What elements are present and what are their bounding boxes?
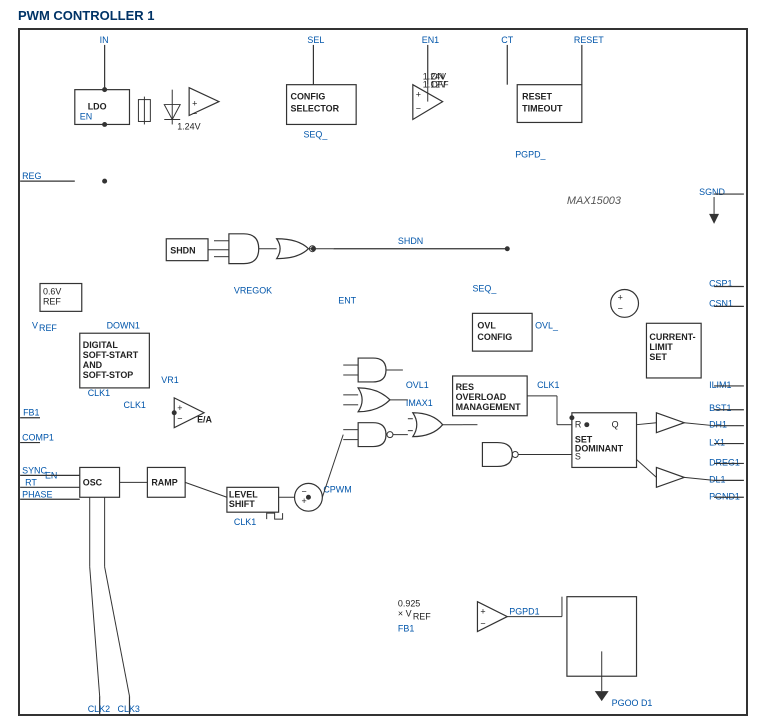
svg-text:SYNC: SYNC	[22, 465, 47, 475]
svg-text:+: +	[301, 496, 306, 506]
svg-text:Q: Q	[612, 420, 619, 430]
svg-text:PGOO D1: PGOO D1	[612, 698, 653, 708]
svg-text:CLK1: CLK1	[234, 517, 256, 527]
svg-text:DH1: DH1	[709, 420, 727, 430]
svg-text:SEQ_: SEQ_	[472, 283, 497, 293]
svg-text:SHDN: SHDN	[170, 246, 195, 256]
page-container: PWM CONTROLLER 1 LDO EN + − 1.24V CONFIG	[0, 0, 768, 728]
svg-text:−: −	[177, 414, 182, 424]
svg-text:OFF: OFF	[431, 80, 449, 90]
svg-text:RESET: RESET	[574, 35, 604, 45]
schematic-diagram: LDO EN + − 1.24V CONFIG SELECTOR SEQ_ + …	[18, 28, 748, 716]
svg-text:PGND1: PGND1	[709, 491, 740, 501]
svg-text:COMP1: COMP1	[22, 433, 54, 443]
svg-text:1.24V: 1.24V	[177, 121, 200, 131]
svg-text:+: +	[177, 403, 182, 413]
svg-text:RT: RT	[25, 477, 37, 487]
svg-text:OVL1: OVL1	[406, 380, 429, 390]
svg-text:SELECTOR: SELECTOR	[291, 104, 340, 114]
svg-text:OVERLOAD: OVERLOAD	[456, 392, 507, 402]
svg-text:+: +	[480, 607, 485, 617]
svg-text:+: +	[618, 292, 623, 302]
svg-text:0.925: 0.925	[398, 599, 420, 609]
svg-text:CURRENT-: CURRENT-	[649, 332, 695, 342]
svg-text:0.6V: 0.6V	[43, 286, 61, 296]
svg-text:V: V	[32, 320, 38, 330]
svg-text:SGND: SGND	[699, 187, 725, 197]
svg-text:SET: SET	[649, 352, 667, 362]
svg-text:SHIFT: SHIFT	[229, 499, 255, 509]
svg-text:CLK3: CLK3	[118, 704, 140, 714]
svg-text:−: −	[301, 486, 306, 496]
svg-text:FB1: FB1	[398, 623, 414, 633]
svg-text:−: −	[480, 619, 485, 629]
svg-text:TIMEOUT: TIMEOUT	[522, 104, 563, 114]
svg-text:REF: REF	[39, 323, 57, 333]
svg-text:−: −	[192, 108, 197, 118]
svg-text:E/A: E/A	[197, 415, 212, 425]
svg-text:−: −	[618, 303, 623, 313]
svg-text:RAMP: RAMP	[151, 477, 177, 487]
svg-text:FB1: FB1	[23, 408, 39, 418]
svg-text:LEVEL: LEVEL	[229, 489, 258, 499]
svg-text:MANAGEMENT: MANAGEMENT	[456, 402, 522, 412]
svg-text:VR1: VR1	[161, 375, 178, 385]
svg-text:PGPD_: PGPD_	[515, 149, 546, 159]
page-title: PWM CONTROLLER 1	[18, 8, 155, 23]
svg-text:+: +	[192, 99, 197, 109]
svg-text:IN: IN	[100, 35, 109, 45]
svg-text:ENT: ENT	[338, 295, 356, 305]
svg-text:DOMINANT: DOMINANT	[575, 444, 624, 454]
svg-text:IMAX1: IMAX1	[406, 398, 433, 408]
svg-text:LDO: LDO	[88, 102, 107, 112]
svg-text:LIMIT: LIMIT	[649, 342, 673, 352]
svg-text:PHASE: PHASE	[22, 489, 52, 499]
svg-text:SEL: SEL	[307, 35, 324, 45]
svg-text:REF: REF	[413, 612, 431, 622]
svg-text:OSC: OSC	[83, 477, 103, 487]
svg-text:OVL_: OVL_	[535, 320, 559, 330]
svg-text:LX1: LX1	[709, 438, 725, 448]
svg-text:CLK1: CLK1	[88, 388, 110, 398]
svg-text:DIGITAL: DIGITAL	[83, 340, 119, 350]
svg-text:RESET: RESET	[522, 92, 552, 102]
svg-text:RES: RES	[456, 382, 474, 392]
svg-text:DOWN1: DOWN1	[107, 320, 140, 330]
svg-text:VREGOK: VREGOK	[234, 285, 272, 295]
svg-text:R: R	[575, 420, 582, 430]
svg-text:−: −	[416, 104, 421, 114]
svg-text:CPWM: CPWM	[323, 484, 351, 494]
svg-text:CLK2: CLK2	[88, 704, 110, 714]
svg-text:SHDN: SHDN	[398, 236, 423, 246]
svg-text:MAX15003: MAX15003	[567, 195, 621, 207]
svg-text:+: +	[416, 90, 421, 100]
svg-text:× V: × V	[398, 609, 412, 619]
svg-text:OVL: OVL	[477, 320, 496, 330]
svg-text:SOFT-STOP: SOFT-STOP	[83, 370, 134, 380]
svg-text:PGPD1: PGPD1	[509, 607, 539, 617]
svg-text:REG: REG	[22, 171, 41, 181]
svg-text:CT: CT	[501, 35, 513, 45]
svg-text:SOFT-START: SOFT-START	[83, 350, 139, 360]
svg-text:REF: REF	[43, 296, 61, 306]
svg-text:EN: EN	[80, 111, 92, 121]
svg-text:ILIM1: ILIM1	[709, 380, 731, 390]
svg-text:CLK1: CLK1	[124, 400, 146, 410]
svg-text:BST1: BST1	[709, 403, 731, 413]
svg-text:EN1: EN1	[422, 35, 439, 45]
svg-text:DREG1: DREG1	[709, 457, 740, 467]
svg-text:AND: AND	[83, 360, 103, 370]
svg-text:CONFIG: CONFIG	[477, 332, 512, 342]
svg-text:DL1: DL1	[709, 474, 725, 484]
svg-text:SEQ_: SEQ_	[303, 129, 328, 139]
svg-text:CLK1: CLK1	[537, 380, 559, 390]
svg-text:CONFIG: CONFIG	[291, 92, 326, 102]
